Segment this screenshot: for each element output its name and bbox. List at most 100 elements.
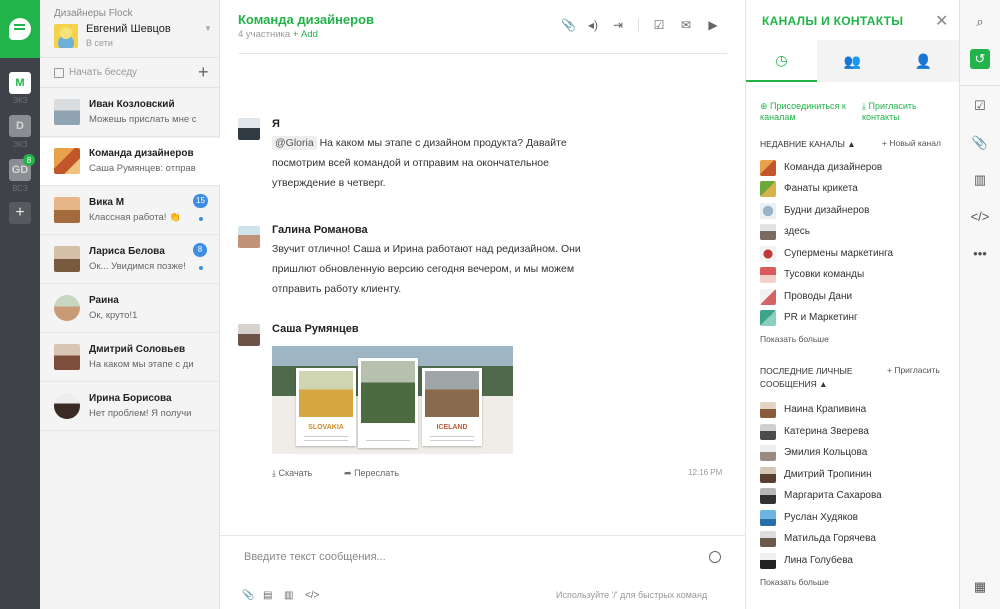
section-header[interactable]: НЕДАВНИЕ КАНАЛЫ ▲: [760, 138, 856, 151]
person-icon: 👤: [914, 52, 933, 69]
video-icon[interactable]: ▶: [706, 18, 720, 32]
paperclip-icon[interactable]: 📎: [242, 590, 254, 601]
chart-icon[interactable]: ▥: [970, 170, 990, 190]
tab-contacts[interactable]: 👤: [888, 40, 959, 82]
more-icon[interactable]: •••: [970, 244, 990, 264]
list-item[interactable]: Вика М Классная работа! 👏 15: [40, 187, 220, 235]
list-item[interactable]: Команда дизайнеров Саша Румянцев: отправ: [40, 138, 220, 186]
conversation-title: Вика М: [89, 197, 125, 208]
channel-subtitle: 4 участника + Add: [238, 29, 318, 40]
slash-command-hint: Используйте '/' для быстрых команд: [556, 590, 708, 600]
download-button[interactable]: ⤓ Скачать: [272, 468, 312, 479]
paperclip-icon[interactable]: 📎: [561, 18, 576, 32]
checkbox-icon[interactable]: ☑: [970, 96, 990, 116]
conversation-preview: Классная работа! 👏: [89, 212, 181, 223]
mail-icon[interactable]: ✉: [679, 18, 693, 32]
chat-bubble-icon: [9, 18, 31, 40]
chart-icon[interactable]: ▥: [284, 590, 293, 601]
add-team-button[interactable]: +: [9, 202, 31, 224]
tab-recent[interactable]: ◷: [746, 40, 817, 82]
pencil-icon: [54, 68, 64, 78]
apps-grid-icon[interactable]: ▦: [970, 577, 990, 597]
card-image: [425, 371, 479, 417]
avatar: [760, 445, 776, 461]
avatar: [54, 295, 80, 321]
list-item[interactable]: Лариса Белова Ок... Увидимся позже! 8: [40, 236, 220, 284]
list-item[interactable]: Иван Козловский Можешь прислать мне с: [40, 89, 220, 137]
code-icon[interactable]: </>: [970, 207, 990, 227]
unread-dot: [199, 217, 203, 221]
team-switch-m[interactable]: M: [9, 72, 31, 94]
message-author[interactable]: Галина Романова: [272, 224, 368, 236]
avatar: [760, 289, 776, 305]
message-author[interactable]: Я: [272, 118, 280, 130]
card-caption: SLOVAKIA: [308, 424, 344, 431]
image-attachment[interactable]: SLOVAKIA ICELAND: [272, 346, 513, 454]
invite-contacts-link[interactable]: ⤓ Пригласить контакты: [862, 101, 952, 123]
section-header[interactable]: ПОСЛЕДНИЕ ЛИЧНЫЕ СООБЩЕНИЯ ▲: [760, 365, 870, 391]
list-item[interactable]: Ирина Борисова Нет проблем! Я получи: [40, 383, 220, 431]
list-item[interactable]: Раина Ок, круто!1: [40, 285, 220, 333]
channel-name: здесь: [784, 226, 810, 237]
message-input[interactable]: Введите текст сообщения...: [244, 551, 386, 563]
speaker-icon[interactable]: ◂): [586, 18, 600, 32]
avatar[interactable]: [238, 118, 260, 140]
collapse-icon: ▲: [819, 379, 828, 389]
emoji-icon[interactable]: [709, 551, 721, 563]
new-channel-button[interactable]: + Новый канал: [882, 138, 941, 148]
avatar[interactable]: [238, 324, 260, 346]
join-channels-link[interactable]: ⊕ Присоединиться к каналам: [760, 101, 856, 123]
start-chat-row[interactable]: Начать беседу +: [40, 58, 220, 88]
contact-name: Руслан Худяков: [784, 512, 858, 523]
team-unread-badge: 8: [23, 154, 35, 166]
card-line: [366, 440, 410, 441]
contact-name: Лина Голубева: [784, 555, 853, 566]
avatar: [54, 393, 80, 419]
checkbox-icon[interactable]: ☑: [652, 18, 666, 32]
message-author[interactable]: Саша Румянцев: [272, 323, 359, 335]
document-icon[interactable]: ▤: [263, 590, 272, 601]
card-line: [304, 436, 348, 437]
show-more-contacts[interactable]: Показать больше: [760, 577, 829, 587]
card-caption: ICELAND: [436, 424, 468, 431]
channel-title[interactable]: Команда дизайнеров: [238, 12, 374, 27]
chevron-down-icon[interactable]: ▼: [204, 24, 212, 33]
avatar: [760, 267, 776, 283]
avatar: [54, 24, 78, 48]
mention[interactable]: @Gloria: [272, 136, 317, 150]
show-more-channels[interactable]: Показать больше: [760, 334, 829, 344]
start-chat-label[interactable]: Начать беседу: [69, 67, 137, 78]
profile-header[interactable]: Дизайнеры Flock Евгений Шевцов В сети ▼: [40, 0, 220, 58]
avatar: [54, 99, 80, 125]
forward-button[interactable]: ➦ Переслать: [344, 468, 399, 479]
preview-card: SLOVAKIA: [296, 368, 356, 446]
join-channels-label: Присоединиться к каналам: [760, 101, 846, 122]
new-chat-button[interactable]: +: [198, 62, 209, 83]
channel-name: Будни дизайнеров: [784, 205, 870, 216]
avatar[interactable]: [238, 226, 260, 248]
collapse-icon: ▲: [847, 139, 856, 149]
group-icon: 👥: [843, 52, 862, 69]
avatar: [760, 224, 776, 240]
member-count[interactable]: 4 участника: [238, 29, 290, 40]
close-icon[interactable]: ✕: [935, 11, 948, 31]
list-item[interactable]: Дмитрий Соловьев На каком мы этапе с ди: [40, 334, 220, 382]
exit-icon[interactable]: ⇥: [611, 18, 625, 32]
code-icon[interactable]: </>: [305, 590, 319, 601]
avatar: [54, 148, 80, 174]
team-switch-d[interactable]: D: [9, 115, 31, 137]
search-icon[interactable]: ⌕: [970, 12, 990, 32]
contact-name: Наина Крапивина: [784, 404, 867, 415]
avatar: [54, 246, 80, 272]
user-name: Евгений Шевцов: [86, 23, 171, 35]
paperclip-icon[interactable]: 📎: [970, 133, 990, 153]
flock-logo[interactable]: [0, 0, 40, 58]
user-status: В сети: [86, 38, 113, 48]
add-member-link[interactable]: + Add: [293, 29, 318, 40]
invite-button[interactable]: + Пригласить: [887, 365, 940, 375]
card-image: [361, 361, 415, 423]
tab-groups[interactable]: 👥: [817, 40, 888, 82]
avatar: [760, 181, 776, 197]
recent-icon[interactable]: ↺: [970, 49, 990, 69]
conversation-title: Команда дизайнеров: [89, 148, 194, 159]
